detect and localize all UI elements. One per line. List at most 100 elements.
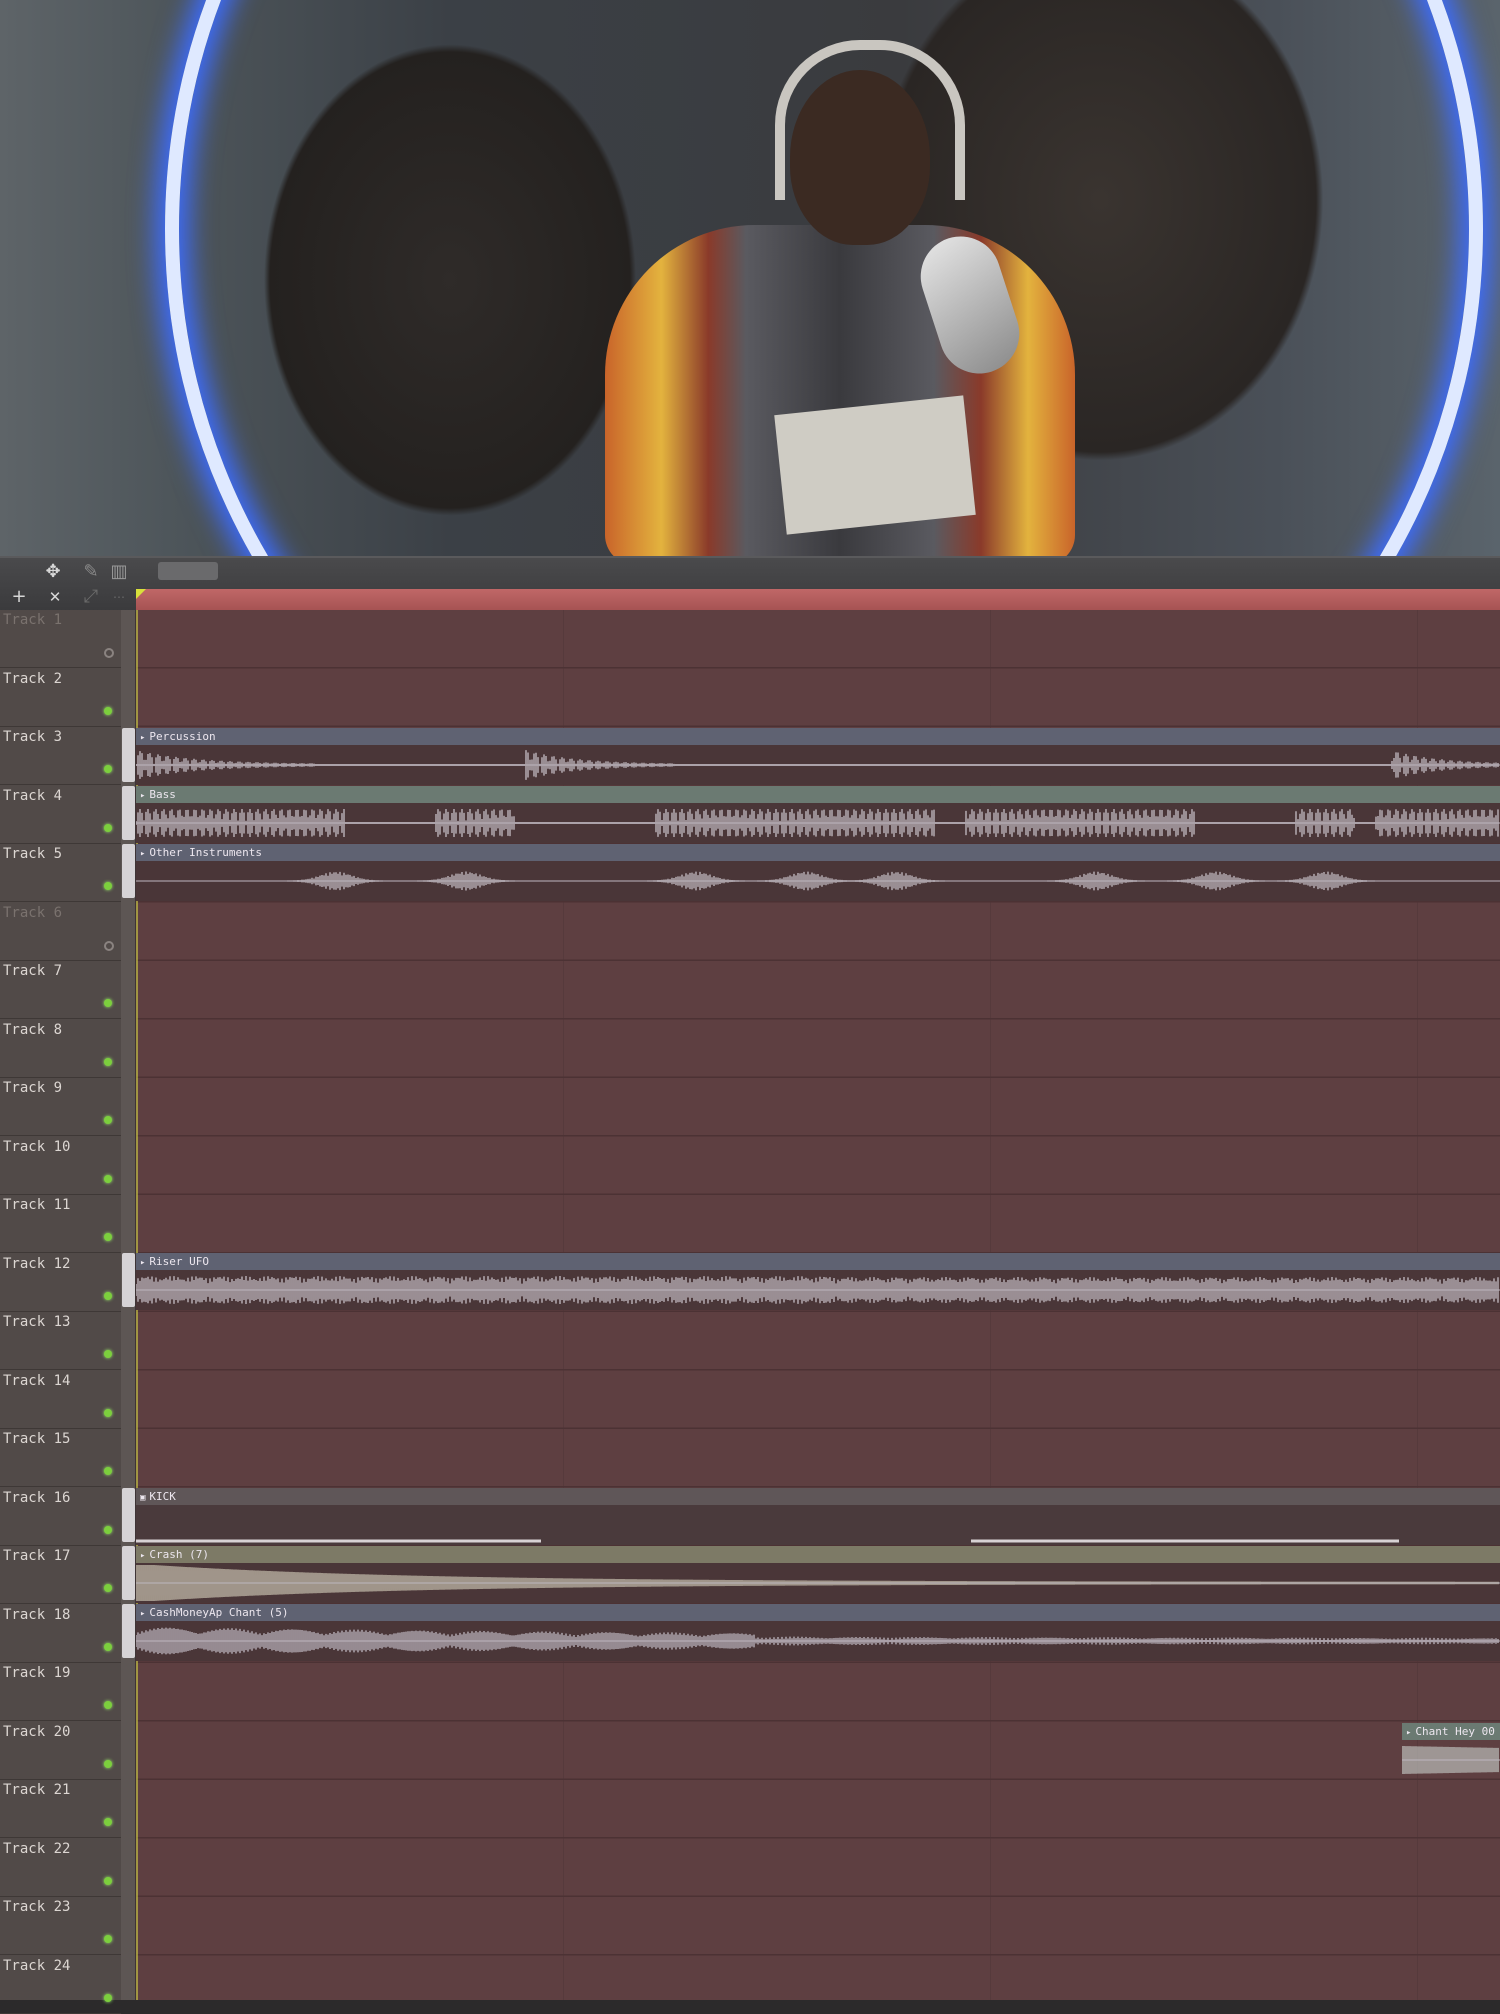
track-header[interactable]: Track 9 [0,1078,121,1136]
headphones-image [775,40,965,200]
track-name: Track 7 [3,963,63,979]
track-mute-led-icon[interactable] [104,1467,112,1475]
clip-other-instruments[interactable]: ▸ Other Instruments [136,844,1500,901]
clip-percussion[interactable]: ▸ Percussion [136,728,1500,785]
track-header[interactable]: Track 22 [0,1839,121,1897]
track-header[interactable]: Track 5 [0,844,121,902]
track-mute-led-icon[interactable] [104,1116,112,1124]
track-name: Track 24 [3,1957,71,1974]
track-header[interactable]: Track 6 [0,903,121,961]
clip-label: Chant Hey 00 [1415,1725,1495,1738]
clip-arrow-icon: ▸ [140,1258,146,1268]
track-mute-led-icon[interactable] [104,823,112,832]
more-icon[interactable]: ⋯ [108,587,130,607]
track-mute-led-icon[interactable] [104,1818,112,1826]
track-header[interactable]: Track 12 [0,1254,121,1312]
track-header[interactable]: Track 8 [0,1020,121,1078]
track-header[interactable]: Track 19 [0,1663,121,1721]
track-mute-led-icon[interactable] [104,1525,112,1534]
track-header[interactable]: Track 3 [0,727,121,785]
clip-handle[interactable] [122,1546,135,1600]
clip-arrow-icon: ▸ [140,791,146,801]
play-marker-icon[interactable] [136,589,146,599]
track-mute-led-icon[interactable] [104,706,112,715]
track-header[interactable]: Track 17 [0,1546,121,1604]
track-name: Track 3 [3,729,63,745]
track-mute-led-icon[interactable] [104,882,112,890]
track-mute-led-icon[interactable] [104,1408,112,1417]
clip-handle[interactable] [122,786,135,840]
track-name: Track 6 [3,904,63,921]
track-mute-led-icon[interactable] [104,1233,112,1241]
track-header[interactable]: Track 10 [0,1137,121,1195]
clip-handle[interactable] [122,844,135,898]
chant-hey-waveform [1402,1746,1500,1774]
clip-handle[interactable] [122,728,135,782]
percussion-waveform [136,750,1500,780]
clip-arrow-icon: ▸ [140,733,146,743]
playlist-toolbar: ✥ ✎ ▥ + ✕ ⤢ ⋯ [0,556,1500,613]
track-header[interactable]: Track 7 [0,961,121,1019]
other-instruments-waveform [136,871,1500,891]
track-mute-led-icon[interactable] [104,1993,112,2002]
track-header[interactable]: Track 14 [0,1371,121,1429]
track-header[interactable]: Track 1 [0,610,121,668]
track-mute-led-icon[interactable] [104,1935,112,1943]
clip-chant-hey[interactable]: ▸ Chant Hey 00 [1402,1723,1500,1780]
track-name: Track 10 [3,1138,71,1155]
pattern-icon[interactable]: ▥ [108,562,130,582]
track-name: Track 12 [3,1255,71,1272]
video-frame [0,0,1500,556]
track-name: Track 15 [3,1431,71,1447]
track-header[interactable]: Track 23 [0,1897,121,1955]
track-mute-led-icon[interactable] [104,1350,112,1358]
clip-handle[interactable] [122,1488,135,1542]
move-icon[interactable]: ✥ [42,562,64,582]
track-mute-led-icon[interactable] [104,999,112,1007]
track-header[interactable]: Track 21 [0,1780,121,1838]
track-header[interactable]: Track 2 [0,669,121,727]
track-header[interactable]: Track 24 [0,1956,121,2014]
horizontal-scrollbar[interactable] [158,562,218,580]
clip-crash[interactable]: ▸ Crash (7) [136,1546,1500,1603]
clip-label: CashMoneyAp Chant (5) [149,1606,289,1619]
track-mute-led-icon[interactable] [104,1876,112,1885]
track-mute-led-icon[interactable] [104,1642,112,1651]
clip-riser-ufo[interactable]: ▸ Riser UFO [136,1253,1500,1310]
track-name: Track 18 [3,1606,71,1623]
link-icon[interactable]: ⤢ [80,587,102,607]
track-mute-led-icon[interactable] [104,1701,112,1709]
clip-handle[interactable] [122,1604,135,1658]
track-name: Track 9 [3,1080,63,1096]
track-mute-led-icon[interactable] [104,1057,112,1066]
track-mute-led-icon[interactable] [104,1584,112,1592]
track-name: Track 21 [3,1782,71,1798]
track-header[interactable]: Track 11 [0,1195,121,1253]
track-mute-led-icon[interactable] [104,1759,112,1768]
track-header[interactable]: Track 13 [0,1312,121,1370]
clip-bass[interactable]: ▸ Bass [136,786,1500,843]
clip-label: Crash (7) [149,1548,210,1561]
track-mute-led-icon[interactable] [104,1291,112,1300]
track-header[interactable]: Track 16 [0,1488,121,1546]
track-header[interactable]: Track 4 [0,786,121,844]
pencil-icon[interactable]: ✎ [80,562,102,582]
track-header[interactable]: Track 18 [0,1605,121,1663]
clip-handle[interactable] [122,1253,135,1307]
track-header[interactable]: Track 20 [0,1722,121,1780]
track-mute-led-icon[interactable] [104,1174,112,1183]
clip-cashmoney-chant[interactable]: ▸ CashMoneyAp Chant (5) [136,1604,1500,1661]
track-mute-led-icon[interactable] [104,765,112,773]
clip-arrow-icon: ▸ [140,1551,146,1561]
delete-icon[interactable]: ✕ [44,587,66,607]
track-name: Track 14 [3,1372,71,1389]
track-mute-led-icon[interactable] [104,940,114,951]
pattern-icon: ▣ [140,1493,146,1503]
add-icon[interactable]: + [8,587,30,607]
track-name: Track 1 [3,612,63,628]
clip-arrow-icon: ▸ [140,849,146,859]
track-header[interactable]: Track 15 [0,1429,121,1487]
track-mute-led-icon[interactable] [104,648,114,658]
kick-pattern-notes [136,1539,1399,1543]
clip-kick[interactable]: ▣ KICK [136,1488,1500,1545]
